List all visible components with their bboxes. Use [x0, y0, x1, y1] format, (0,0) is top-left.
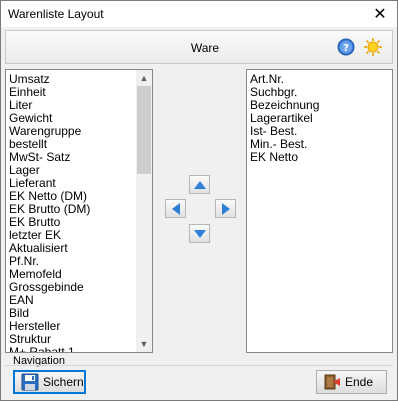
- sun-icon[interactable]: [363, 37, 383, 57]
- available-fields-items: Umsatz Einheit Liter Gewicht Warengruppe best…: [6, 70, 152, 353]
- selected-fields-list[interactable]: Art.Nr. Suchbgr. Bezeichnung Lagerartikel Is…: [246, 69, 393, 353]
- move-down-button[interactable]: [189, 224, 210, 243]
- arrow-left-icon: [171, 202, 180, 215]
- close-icon[interactable]: ✕: [363, 1, 397, 27]
- title-bar: Warenliste Layout ✕: [1, 1, 397, 27]
- svg-text:?: ?: [343, 43, 349, 54]
- move-up-button[interactable]: [189, 175, 210, 194]
- move-right-button[interactable]: [215, 199, 236, 218]
- save-button[interactable]: Sichern: [13, 370, 86, 394]
- save-button-label: Sichern: [43, 375, 84, 389]
- scroll-down-icon[interactable]: ▼: [136, 336, 152, 352]
- scroll-up-icon[interactable]: ▲: [136, 70, 152, 86]
- arrow-right-icon: [221, 202, 230, 215]
- available-fields-list[interactable]: Umsatz Einheit Liter Gewicht Warengruppe best…: [5, 69, 153, 353]
- list-item[interactable]: M+ Rabatt 1: [9, 346, 152, 353]
- end-button-label: Ende: [345, 375, 374, 389]
- move-left-button[interactable]: [165, 199, 186, 218]
- exit-door-icon: [324, 374, 340, 390]
- list-item[interactable]: EK Netto: [250, 151, 392, 164]
- floppy-disk-icon: [21, 373, 39, 391]
- selected-fields-items: Art.Nr. Suchbgr. Bezeichnung Lagerartikel Is…: [247, 70, 392, 164]
- help-icon[interactable]: ?: [337, 38, 355, 56]
- list-item[interactable]: EAN: [9, 294, 152, 307]
- arrow-down-icon: [193, 229, 206, 238]
- dialog-window: Warenliste Layout ✕ Ware ? Umsatz Einheit…: [0, 0, 398, 401]
- end-button[interactable]: Ende: [316, 370, 387, 394]
- window-title: Warenliste Layout: [8, 7, 104, 21]
- left-list-scrollbar[interactable]: ▲ ▼: [136, 70, 152, 352]
- header-bar: Ware ?: [5, 30, 393, 64]
- arrow-up-icon: [193, 180, 206, 189]
- scroll-thumb[interactable]: [137, 86, 151, 174]
